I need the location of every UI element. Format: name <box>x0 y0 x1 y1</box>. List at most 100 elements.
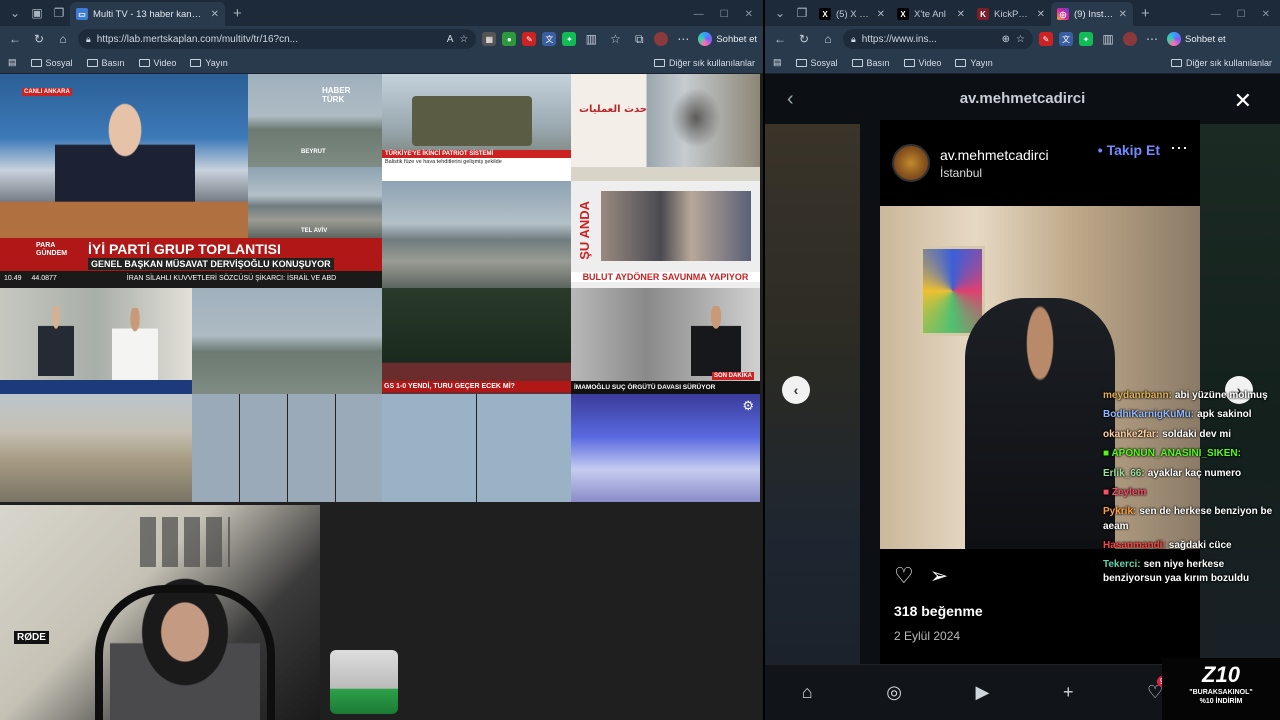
notifications-icon[interactable]: ♡9+ <box>1147 676 1173 703</box>
workspaces-icon[interactable]: ▣ <box>26 2 48 24</box>
post-location[interactable]: İstanbul <box>940 166 1088 180</box>
more-menu-icon[interactable]: ⋯ <box>674 32 692 46</box>
settings-gear-icon[interactable]: ⚙ <box>742 398 754 414</box>
extension-translate-icon[interactable]: 文 <box>1059 32 1073 46</box>
new-tab-icon[interactable]: + <box>233 5 242 22</box>
bookmark-folder-yayin[interactable]: Yayın <box>190 58 228 68</box>
close-tab-icon[interactable]: ✕ <box>1037 9 1045 20</box>
more-menu-icon[interactable]: ⋯ <box>1143 32 1161 46</box>
tv-tile-patriot[interactable]: TÜRKİYE'YE İKİNCİ PATRIOT SİSTEMİ Balist… <box>382 74 571 181</box>
tab-multitv[interactable]: ▭ Multi TV - 13 haber kanalını aynı anda… <box>70 2 225 26</box>
tab-x-pro[interactable]: X (5) X Pro ✕ <box>813 2 891 26</box>
folder-icon <box>190 58 202 67</box>
refresh-icon[interactable]: ↻ <box>30 32 48 46</box>
reading-list-icon[interactable]: ▤ <box>8 57 17 68</box>
zoom-icon[interactable]: ⊕ <box>1002 34 1010 45</box>
tv-tile-webcam-grid[interactable] <box>192 394 382 502</box>
promo-code: "BURAKSAKINOL" <box>1189 689 1253 696</box>
split-screen-icon[interactable]: ▥ <box>582 32 600 46</box>
close-window-icon[interactable]: ✕ <box>1262 9 1270 20</box>
bookmark-folder-video[interactable]: Video <box>903 58 941 68</box>
bookmark-folder-basin[interactable]: Basın <box>851 58 890 68</box>
bookmark-folder-sosyal[interactable]: Sosyal <box>795 58 838 68</box>
previous-post-arrow-icon[interactable]: ‹ <box>782 376 810 404</box>
refresh-icon[interactable]: ↻ <box>795 32 813 46</box>
profile-avatar-icon[interactable] <box>1123 32 1137 46</box>
tv-tile-city-skyline[interactable] <box>382 181 571 288</box>
bookmark-folder-yayin[interactable]: Yayın <box>955 58 993 68</box>
bookmark-folder-sosyal[interactable]: Sosyal <box>30 58 73 68</box>
tab-strip: ⌄ ❐ X (5) X Pro ✕ X X'te Anl ✕ K KickPee… <box>765 0 1280 26</box>
minimize-icon[interactable]: — <box>1211 9 1221 20</box>
extension-translate-icon[interactable]: 文 <box>542 32 557 46</box>
create-plus-icon[interactable]: + <box>1063 682 1074 703</box>
maximize-icon[interactable]: ☐ <box>720 9 729 20</box>
other-favorites[interactable]: Diğer sık kullanılanlar <box>653 58 755 68</box>
tab-instagram[interactable]: ◎ (9) Instagram ✕ <box>1051 2 1133 26</box>
tv-tile-interview[interactable] <box>0 288 192 394</box>
extension-grid-icon[interactable]: ▦ <box>482 32 497 46</box>
copilot-chat-button[interactable]: Sohbet et <box>698 32 757 46</box>
heart-icon[interactable]: ♡ <box>894 563 914 589</box>
share-icon[interactable]: ➢ <box>930 563 948 589</box>
tv-tile-coast-cams[interactable] <box>382 394 571 502</box>
back-icon[interactable]: ← <box>771 32 789 46</box>
extension-red-icon[interactable]: ✎ <box>1039 32 1053 46</box>
like-count[interactable]: 318 beğenme <box>880 595 1200 619</box>
back-icon[interactable]: ← <box>6 32 24 46</box>
explore-compass-icon[interactable]: ◎ <box>886 682 902 703</box>
tab-list-icon[interactable]: ❐ <box>791 2 813 24</box>
avatar[interactable] <box>892 144 930 182</box>
close-tab-icon[interactable]: ✕ <box>1119 9 1127 20</box>
favorite-star-icon[interactable]: ☆ <box>459 34 468 45</box>
close-tab-icon[interactable]: ✕ <box>957 9 965 20</box>
reels-icon[interactable]: ▶ <box>976 682 990 703</box>
favorite-star-icon[interactable]: ☆ <box>1016 34 1025 45</box>
arabic-headline: حدث العمليات <box>579 104 648 115</box>
close-tab-icon[interactable]: ✕ <box>877 9 885 20</box>
favorites-icon[interactable]: ☆ <box>606 32 624 46</box>
home-nav-icon[interactable]: ⌂ <box>802 682 813 703</box>
more-options-icon[interactable]: ⋯ <box>1170 138 1188 159</box>
tab-actions-chevron-icon[interactable]: ⌄ <box>769 2 791 24</box>
tv-tile-arabic-news[interactable]: حدث العمليات <box>571 74 760 181</box>
folder-icon <box>1170 58 1182 67</box>
bookmark-folder-basin[interactable]: Basın <box>86 58 125 68</box>
close-icon[interactable]: ✕ <box>1234 88 1252 114</box>
copilot-chat-button[interactable]: Sohbet et <box>1167 32 1226 46</box>
extension-green-icon[interactable]: ● <box>502 32 517 46</box>
read-aloud-icon[interactable]: A <box>447 34 454 45</box>
split-screen-icon[interactable]: ▥ <box>1099 32 1117 46</box>
reading-list-icon[interactable]: ▤ <box>773 57 782 68</box>
follow-button[interactable]: • Takip Et <box>1098 142 1160 158</box>
bookmark-folder-video[interactable]: Video <box>138 58 176 68</box>
close-window-icon[interactable]: ✕ <box>745 9 753 20</box>
tv-tile-su-anda[interactable]: ŞU ANDA BULUT AYDÖNER SAVUNMA YAPIYOR <box>571 181 760 288</box>
tab-list-icon[interactable]: ❐ <box>48 2 70 24</box>
tv-tile-studio[interactable]: ⚙ <box>571 394 760 502</box>
su-anda-badge: ŞU ANDA <box>577 201 592 260</box>
extension-cross-icon[interactable]: ✦ <box>562 32 577 46</box>
tv-tile-telaviv[interactable]: TEL AVİV <box>248 167 382 238</box>
tv-tile-jerusalem[interactable] <box>0 394 192 502</box>
tv-tile-landscape-1[interactable] <box>192 288 382 394</box>
post-username[interactable]: av.mehmetcadirci <box>940 146 1088 164</box>
tv-tile-imamoglu[interactable]: SON DAKİKA İMAMOĞLU SUÇ ÖRGÜTÜ DAVASI SÜ… <box>571 288 760 394</box>
url-field[interactable]: 🔒︎ https://www.ins... ⊕ ☆ <box>843 29 1033 49</box>
tab-kickpeek[interactable]: K KickPeek - I ✕ <box>971 2 1051 26</box>
home-icon[interactable]: ⌂ <box>54 32 72 46</box>
other-favorites[interactable]: Diğer sık kullanılanlar <box>1170 58 1272 68</box>
tab-x-anlik[interactable]: X X'te Anl ✕ <box>891 2 971 26</box>
minimize-icon[interactable]: — <box>694 9 704 20</box>
new-tab-icon[interactable]: + <box>1141 5 1150 22</box>
url-field[interactable]: 🔒︎ https://lab.mertskaplan.com/multitv/t… <box>78 29 477 49</box>
maximize-icon[interactable]: ☐ <box>1237 9 1246 20</box>
tab-actions-chevron-icon[interactable]: ⌄ <box>4 2 26 24</box>
close-tab-icon[interactable]: ✕ <box>211 9 219 20</box>
profile-avatar-icon[interactable] <box>654 32 669 46</box>
extension-red-icon[interactable]: ✎ <box>522 32 537 46</box>
tv-tile-sports[interactable]: GS 1-0 YENDİ, TURU GEÇER ECEK Mİ? <box>382 288 571 394</box>
extension-cross-icon[interactable]: ✦ <box>1079 32 1093 46</box>
collections-icon[interactable]: ⧉ <box>630 32 648 47</box>
home-icon[interactable]: ⌂ <box>819 32 837 46</box>
